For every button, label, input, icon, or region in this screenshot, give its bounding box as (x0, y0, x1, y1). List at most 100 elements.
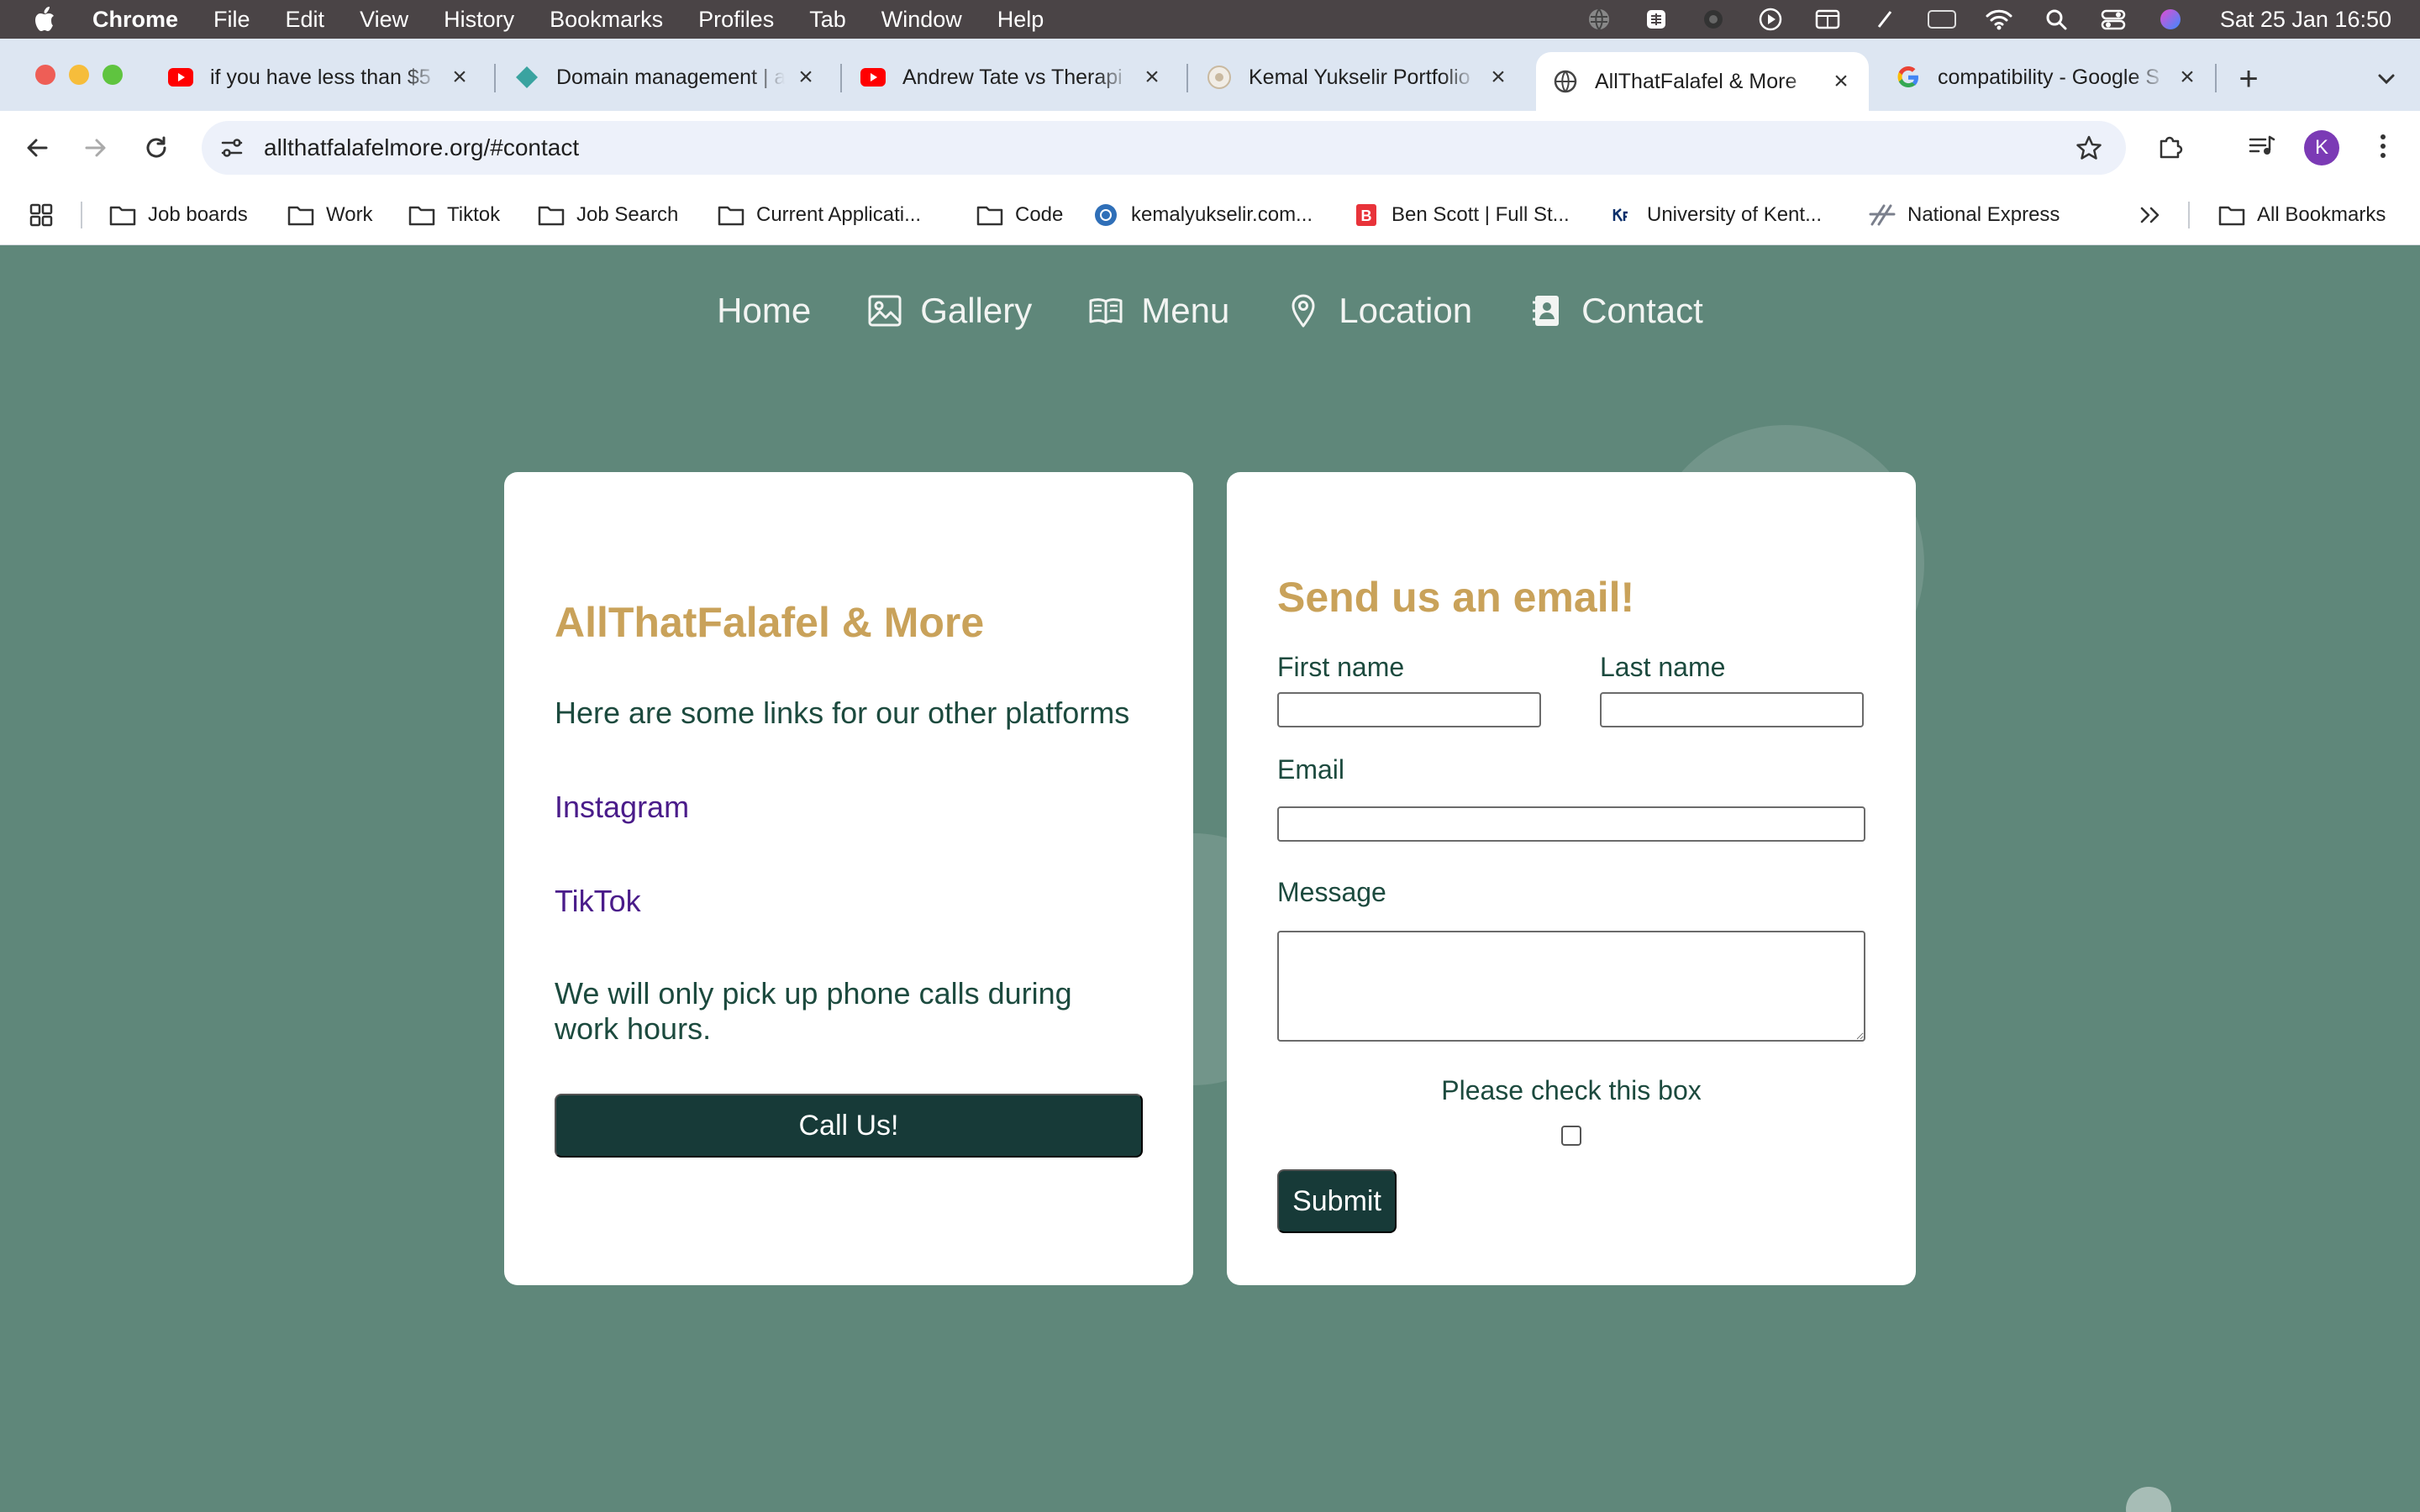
bookmark-current-applications[interactable]: Current Applicati... (718, 200, 921, 230)
window-zoom-button[interactable] (103, 65, 123, 85)
bookmark-university-of-kent[interactable]: University of Kent... (1608, 200, 1822, 230)
profile-avatar[interactable]: K (2304, 130, 2339, 165)
folder-icon (109, 203, 136, 227)
nav-link-label: Gallery (920, 291, 1033, 330)
tab-youtube-1[interactable]: if you have less than $5 × (151, 52, 487, 102)
menubar-window[interactable]: Window (881, 7, 962, 33)
apple-logo-icon[interactable] (32, 6, 57, 33)
site-globe-icon (1092, 203, 1119, 227)
tab-divider (1186, 64, 1188, 92)
tab-close-icon[interactable]: × (449, 63, 471, 91)
confirm-checkbox[interactable] (1561, 1126, 1581, 1146)
nav-link-label: Contact (1581, 291, 1703, 330)
spotlight-search-icon[interactable] (2042, 7, 2070, 32)
tab-close-icon[interactable]: × (2176, 63, 2198, 91)
dark-circle-icon[interactable] (1699, 7, 1728, 32)
bookmark-kemalyukselir[interactable]: kemalyukselir.com... (1092, 200, 1313, 230)
spreadsheet-icon[interactable] (1642, 7, 1670, 32)
tab-title: compatibility - Google S (1938, 65, 2160, 89)
tab-youtube-2[interactable]: Andrew Tate vs Therapi × (844, 52, 1180, 102)
instagram-link[interactable]: Instagram (555, 790, 689, 825)
back-arrow-icon[interactable] (17, 128, 57, 168)
menubar-file[interactable]: File (213, 7, 250, 33)
menubar-bookmarks[interactable]: Bookmarks (550, 7, 663, 33)
window-close-button[interactable] (35, 65, 55, 85)
siri-icon[interactable] (2156, 7, 2185, 32)
tab-google-search[interactable]: compatibility - Google S × (1879, 52, 2215, 102)
call-us-button[interactable]: Call Us! (555, 1094, 1143, 1158)
tab-close-icon[interactable]: × (1487, 63, 1509, 91)
tiktok-link[interactable]: TikTok (555, 884, 641, 919)
menubar-help[interactable]: Help (997, 7, 1044, 33)
nav-link-label: Home (717, 291, 812, 330)
image-icon (866, 292, 903, 329)
first-name-field[interactable] (1277, 692, 1541, 727)
menubar-profiles[interactable]: Profiles (698, 7, 774, 33)
nav-link-location[interactable]: Location (1285, 286, 1472, 336)
menubar-edit[interactable]: Edit (286, 7, 325, 33)
chrome-menu-kebab-icon[interactable] (2365, 128, 2402, 165)
forward-arrow-icon[interactable] (76, 128, 116, 168)
last-name-field[interactable] (1600, 692, 1864, 727)
tab-close-icon[interactable]: × (1141, 63, 1163, 91)
menubar-tab[interactable]: Tab (809, 7, 846, 33)
media-controls-icon[interactable] (2244, 128, 2281, 165)
site-info-tune-icon[interactable] (215, 131, 249, 165)
bookmark-label: Code (1015, 203, 1064, 226)
all-bookmarks-folder[interactable]: All Bookmarks (2218, 200, 2386, 230)
email-form-card: Send us an email! First name Last name E… (1227, 472, 1916, 1285)
tab-close-icon[interactable]: × (1830, 67, 1852, 95)
first-name-label: First name (1277, 652, 1405, 682)
tab-divider (2215, 64, 2217, 92)
bookmark-ben-scott[interactable]: B Ben Scott | Full St... (1353, 200, 1570, 230)
extensions-puzzle-icon[interactable] (2153, 128, 2190, 165)
bookmarks-bar: Job boards Work Tiktok Job Search Curren… (0, 185, 2420, 245)
contact-info-card: AllThatFalafel & More Here are some link… (504, 472, 1193, 1285)
tab-allthatfalafel-active[interactable]: AllThatFalafel & More × (1536, 52, 1869, 111)
menubar-view[interactable]: View (360, 7, 408, 33)
play-circle-icon[interactable] (1756, 7, 1785, 32)
wifi-icon[interactable] (1985, 7, 2013, 32)
bookmark-star-icon[interactable] (2074, 133, 2104, 163)
bookmarks-divider (81, 202, 82, 228)
menubar-app-name[interactable]: Chrome (92, 7, 178, 33)
bookmark-work[interactable]: Work (287, 200, 373, 230)
tab-domain-management[interactable]: Domain management | a × (497, 52, 834, 102)
email-field[interactable] (1277, 806, 1865, 842)
nav-link-home[interactable]: Home (717, 286, 811, 336)
bookmark-job-search[interactable]: Job Search (538, 200, 678, 230)
tab-portfolio[interactable]: Kemal Yukselir Portfolio × (1190, 52, 1526, 102)
bookmark-job-boards[interactable]: Job boards (109, 200, 248, 230)
message-label: Message (1277, 877, 1386, 907)
address-bar[interactable]: allthatfalafelmore.org/#contact (202, 121, 2126, 175)
bookmark-code[interactable]: Code (976, 200, 1063, 230)
tab-search-chevron-icon[interactable] (2368, 62, 2405, 96)
pen-slash-icon[interactable] (1870, 7, 1899, 32)
control-center-icon[interactable] (2099, 7, 2128, 32)
message-textarea[interactable] (1277, 931, 1865, 1042)
nav-link-contact[interactable]: Contact (1528, 286, 1703, 336)
globe-icon (1553, 69, 1578, 94)
tab-close-icon[interactable]: × (795, 63, 817, 91)
vpn-globe-icon[interactable] (1585, 7, 1613, 32)
bookmark-national-express[interactable]: National Express (1869, 200, 2060, 230)
apps-grid-icon[interactable] (29, 200, 54, 230)
menubar-history[interactable]: History (444, 7, 514, 33)
folder-icon (976, 203, 1003, 227)
reload-icon[interactable] (136, 128, 176, 168)
window-layout-icon[interactable] (1813, 7, 1842, 32)
youtube-icon (860, 65, 886, 90)
email-label: Email (1277, 754, 1345, 785)
bookmark-label: Ben Scott | Full St... (1392, 203, 1570, 226)
nav-link-menu[interactable]: Menu (1087, 286, 1229, 336)
new-tab-plus-icon[interactable]: + (2232, 60, 2265, 97)
window-minimize-button[interactable] (69, 65, 89, 85)
nav-link-gallery[interactable]: Gallery (866, 286, 1032, 336)
submit-button[interactable]: Submit (1277, 1169, 1397, 1233)
battery-icon[interactable] (1927, 7, 1956, 32)
nav-link-label: Menu (1141, 291, 1230, 330)
tab-divider (494, 64, 496, 92)
bookmark-tiktok[interactable]: Tiktok (408, 200, 500, 230)
more-bookmarks-chevron-icon[interactable] (2139, 200, 2161, 230)
menubar-clock[interactable]: Sat 25 Jan 16:50 (2220, 7, 2391, 33)
